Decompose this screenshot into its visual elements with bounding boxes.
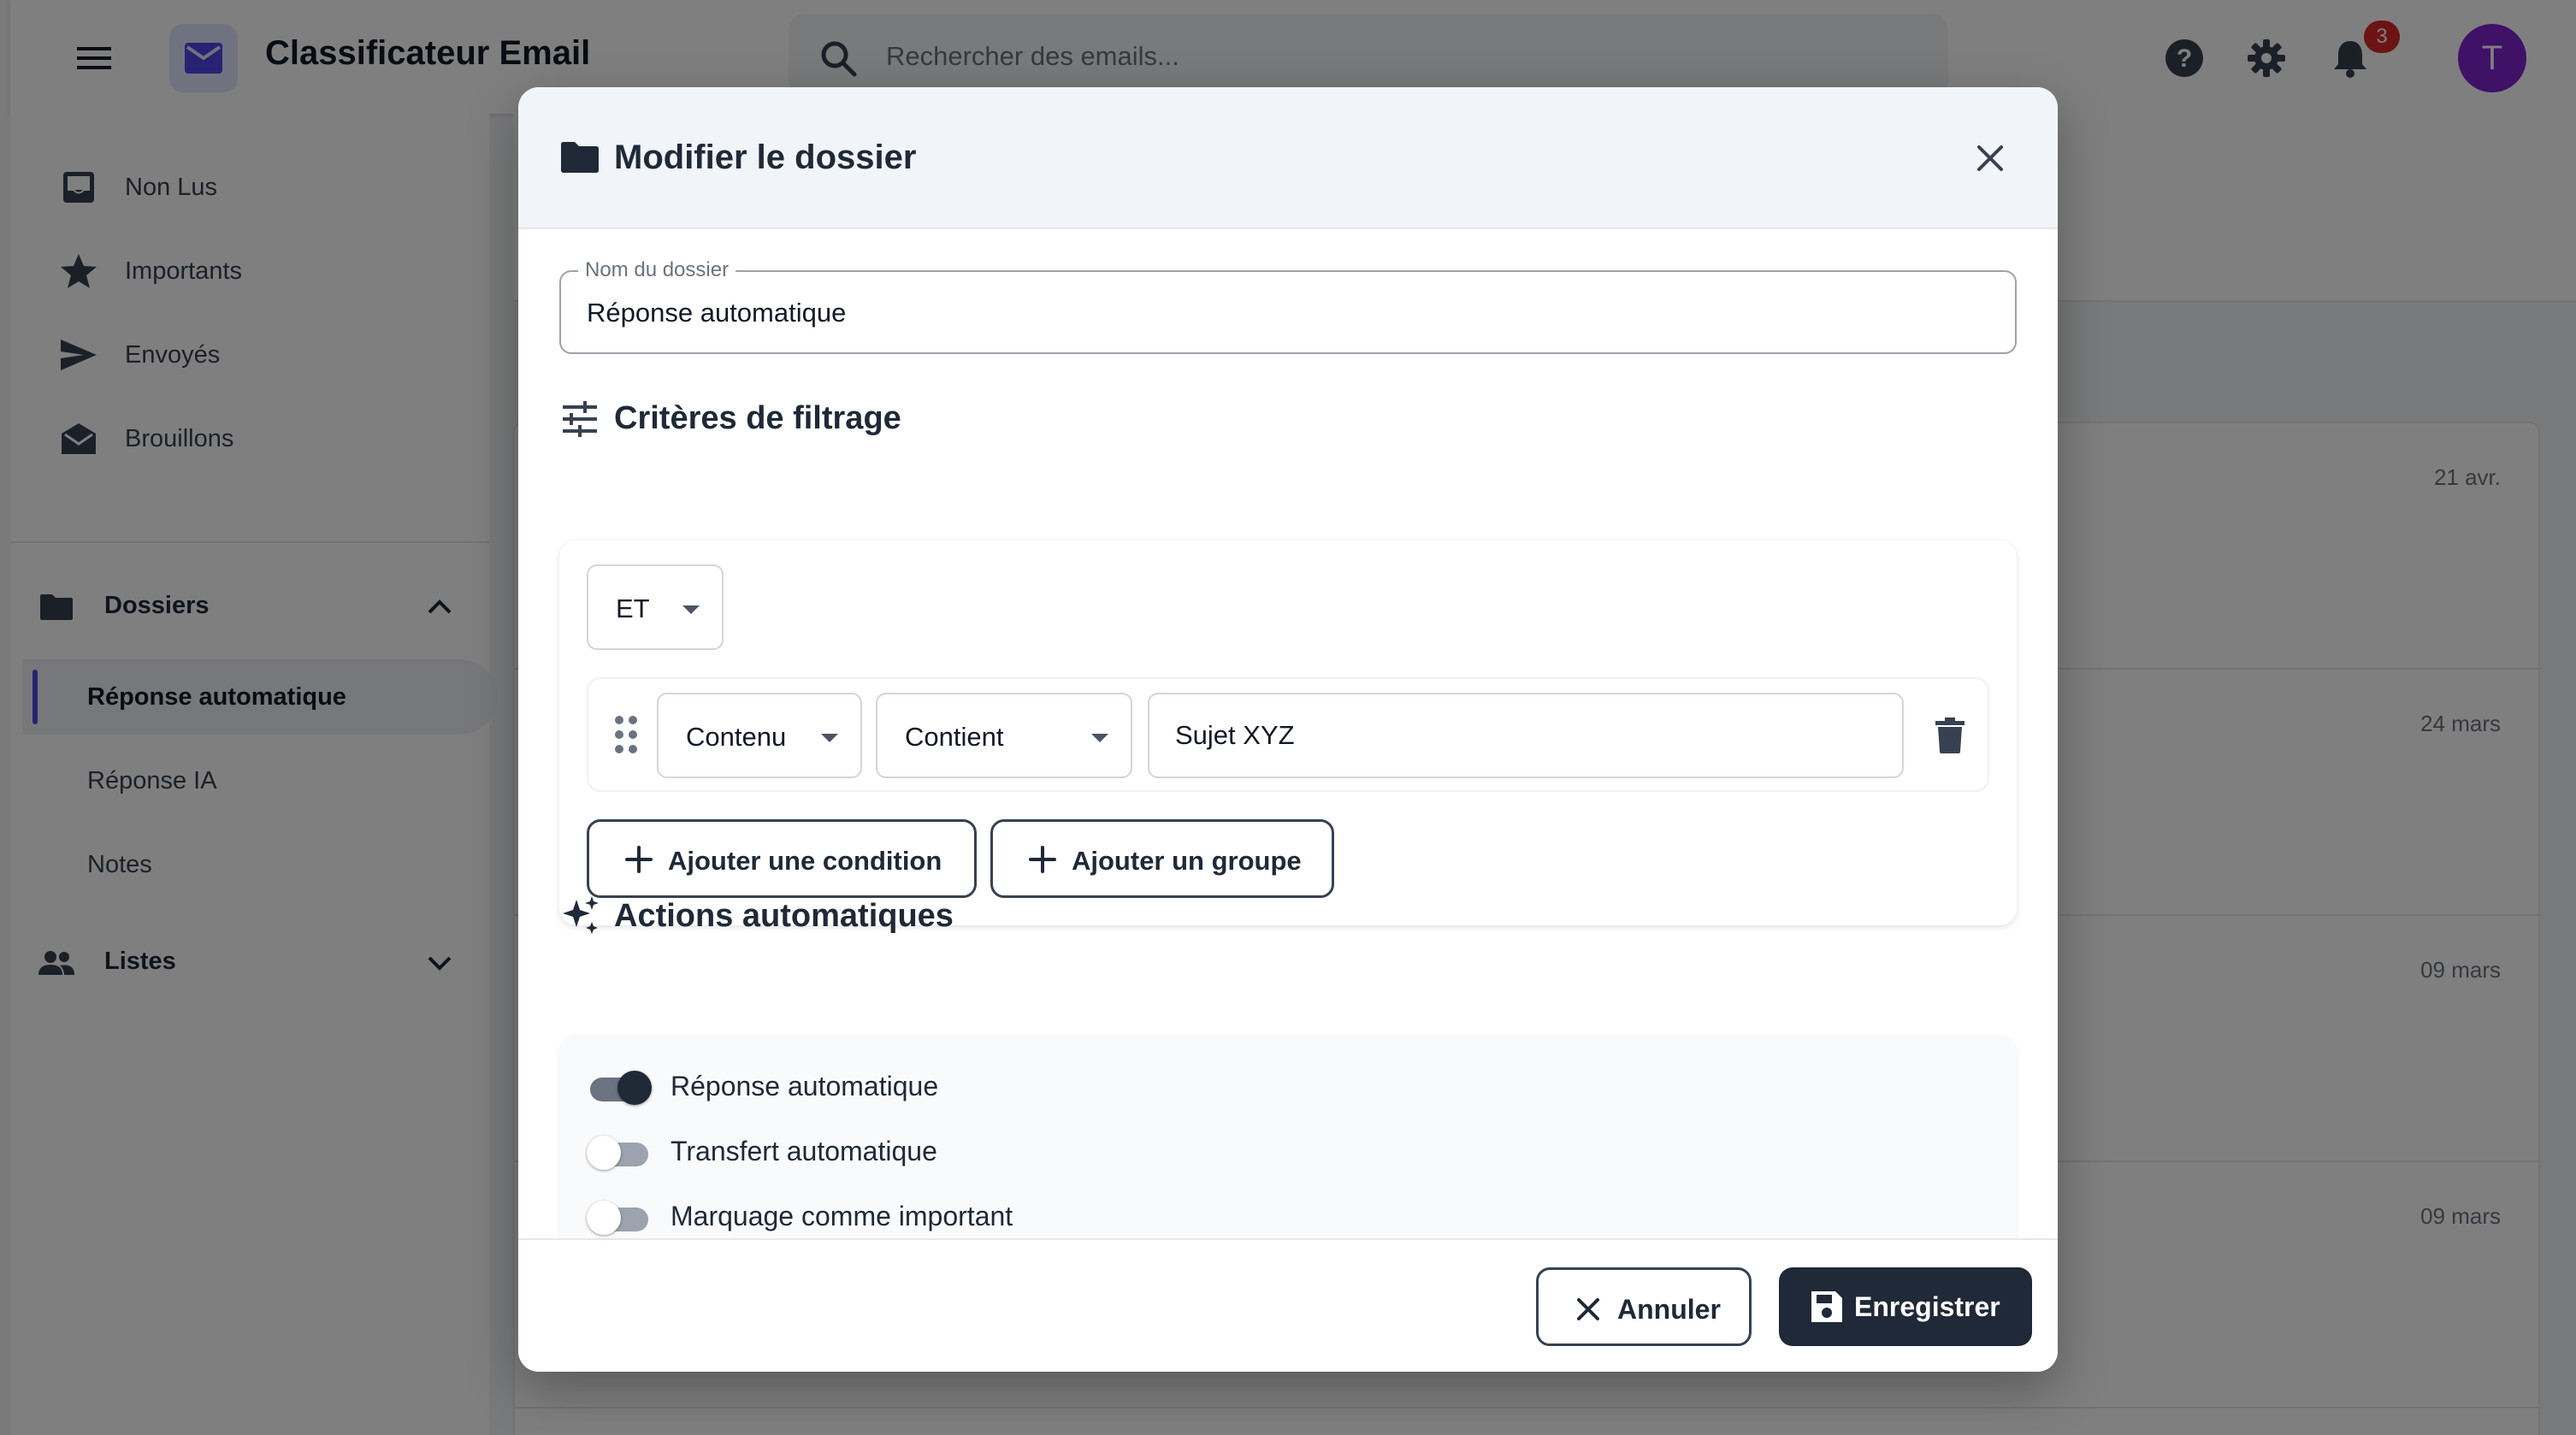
add-condition-label: Ajouter une condition [668,846,942,876]
action-auto-forward: Transfert automatique [587,1125,1442,1177]
condition-field-select[interactable]: Contenu [657,693,862,778]
drag-handle-icon[interactable] [609,713,643,756]
plus-icon [1029,846,1056,873]
action-auto-reply: Réponse automatique [587,1060,1442,1112]
mark-important-toggle[interactable] [587,1201,652,1235]
condition-row: Contenu Contient [587,677,1989,792]
close-icon [1977,145,2003,171]
delete-condition-button[interactable] [1929,715,1970,756]
dialog-title: Modifier le dossier [614,139,917,176]
folder-icon [561,142,599,173]
condition-field-value: Contenu [686,722,787,752]
plus-icon [625,846,653,873]
condition-value-input[interactable] [1175,713,1876,758]
toggle-knob [617,1071,652,1105]
sparkle-icon [563,896,599,934]
tune-icon [563,401,597,437]
auto-reply-label: Réponse automatique [671,1071,939,1101]
add-condition-button[interactable]: Ajouter une condition [587,819,977,898]
cancel-label: Annuler [1617,1294,1721,1325]
action-mark-important: Marquage comme important [587,1190,1442,1242]
auto-forward-toggle[interactable] [587,1136,652,1170]
save-icon [1811,1291,1842,1322]
logic-operator-value: ET [616,593,650,623]
folder-name-input[interactable] [587,291,1989,335]
trash-icon [1935,718,1964,753]
filter-card: ET Contenu Contient Ajouter une conditio… [559,540,2017,925]
save-button[interactable]: Enregistrer [1779,1267,2032,1346]
condition-operator-select[interactable]: Contient [876,693,1132,778]
add-group-button[interactable]: Ajouter un groupe [990,819,1334,898]
caret-down-icon [821,734,838,742]
condition-operator-value: Contient [905,722,1004,752]
cancel-button[interactable]: Annuler [1536,1267,1752,1346]
dialog-header: Modifier le dossier [518,87,2058,229]
condition-value-field[interactable] [1148,693,1904,778]
toggle-knob [587,1136,621,1170]
auto-forward-label: Transfert automatique [671,1136,937,1166]
close-button[interactable] [1967,135,2013,181]
auto-reply-toggle[interactable] [587,1071,652,1105]
folder-name-field[interactable]: Nom du dossier [559,258,2017,354]
logic-operator-select[interactable]: ET [587,564,724,650]
add-group-label: Ajouter un groupe [1072,846,1302,876]
close-icon [1577,1298,1599,1320]
actions-section-title: Actions automatiques [614,898,954,934]
filter-section-title: Critères de filtrage [614,400,901,436]
folder-name-label: Nom du dossier [578,258,736,282]
save-label: Enregistrer [1854,1291,2000,1322]
dialog-footer: Annuler Enregistrer [518,1238,2058,1372]
edit-folder-dialog: Modifier le dossier Nom du dossier Critè… [518,87,2058,1372]
caret-down-icon [1091,734,1108,742]
caret-down-icon [682,605,700,614]
toggle-knob [587,1201,621,1235]
mark-important-label: Marquage comme important [671,1201,1013,1231]
